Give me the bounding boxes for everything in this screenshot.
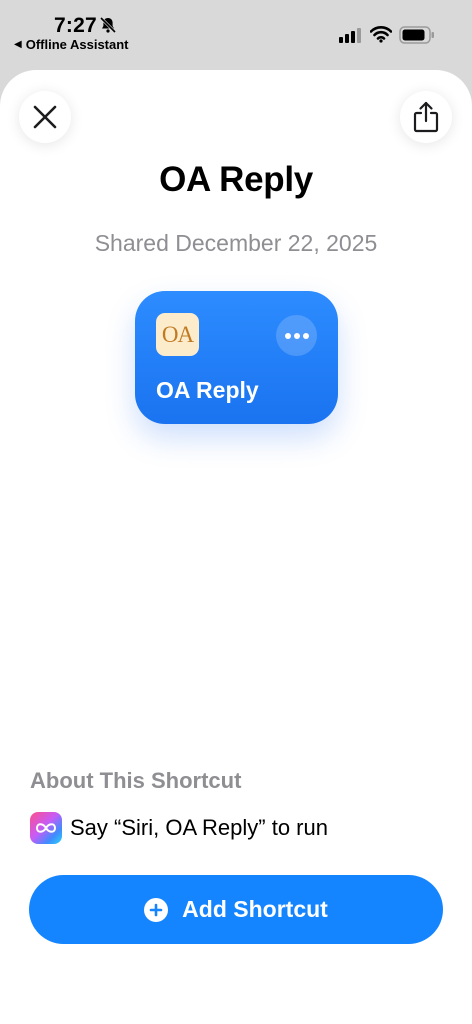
more-options-button[interactable] <box>276 315 317 356</box>
back-triangle-icon: ◀ <box>14 39 22 50</box>
app-icon: OA <box>156 313 199 356</box>
plus-circle-icon <box>144 897 169 922</box>
shared-date: Shared December 22, 2025 <box>94 230 378 256</box>
share-button[interactable] <box>400 91 452 143</box>
siri-icon <box>30 812 62 844</box>
add-shortcut-label: Add Shortcut <box>182 896 328 922</box>
add-shortcut-button[interactable]: Add Shortcut <box>29 875 443 944</box>
shortcut-title: OA Reply <box>159 160 313 199</box>
battery-icon <box>399 26 434 44</box>
close-button[interactable] <box>19 91 71 143</box>
status-bar: 7:27 ◀ Offline Assistant <box>0 0 472 70</box>
about-heading: About This Shortcut <box>30 768 242 793</box>
siri-phrase-row: Say “Siri, OA Reply” to run <box>30 812 328 844</box>
wifi-icon <box>370 26 392 43</box>
shortcut-sheet: OA Reply Shared December 22, 2025 OA OA … <box>0 70 472 1024</box>
back-app-label: Offline Assistant <box>25 37 129 52</box>
bell-slash-icon <box>99 16 117 34</box>
ellipsis-icon <box>284 332 309 339</box>
share-icon <box>413 101 439 133</box>
back-to-app-link[interactable]: ◀ Offline Assistant <box>14 37 129 52</box>
close-icon <box>33 105 57 129</box>
card-label: OA Reply <box>156 377 259 403</box>
status-time: 7:27 <box>54 14 97 37</box>
shortcut-card[interactable]: OA OA Reply <box>135 291 338 424</box>
cellular-signal-icon <box>339 28 361 43</box>
siri-phrase-text: Say “Siri, OA Reply” to run <box>70 815 328 840</box>
